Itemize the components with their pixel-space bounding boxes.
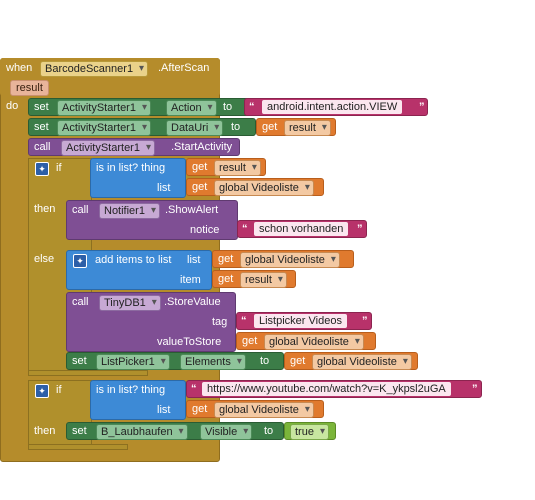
quote-open: “ xyxy=(242,223,248,235)
if-label: if xyxy=(56,162,62,174)
set-visible-component[interactable]: B_Laubhaufen xyxy=(96,424,188,440)
set-elements-component[interactable]: ListPicker1 xyxy=(96,354,170,370)
mutator-gear-icon[interactable]: ✦ xyxy=(35,162,49,176)
mutator-gear-icon[interactable]: ✦ xyxy=(73,254,87,268)
event-name-label: .AfterScan xyxy=(158,62,210,74)
is-in-list-list-label: list xyxy=(157,404,171,416)
if-else-footer xyxy=(28,370,148,376)
set-elements-to: to xyxy=(260,355,270,367)
get-item-var[interactable]: result xyxy=(240,272,287,288)
set-action-component[interactable]: ActivityStarter1 xyxy=(57,100,151,116)
call-showalert-method: .ShowAlert xyxy=(165,204,219,216)
get-result-var[interactable]: result xyxy=(284,120,331,136)
get-store-var[interactable]: global Videoliste xyxy=(264,334,364,350)
call-label: call xyxy=(72,204,89,216)
is-in-list-list-label: list xyxy=(157,182,171,194)
value-to-store-label: valueToStore xyxy=(157,336,222,348)
get-label: get xyxy=(262,121,278,133)
quote-open: “ xyxy=(241,315,247,327)
get-label: get xyxy=(242,335,258,347)
set-datauri-component[interactable]: ActivityStarter1 xyxy=(57,120,151,136)
set-datauri-prop[interactable]: DataUri xyxy=(166,120,224,136)
text-action-value[interactable]: android.intent.action.VIEW xyxy=(262,100,403,114)
event-do-label: do xyxy=(6,100,19,112)
quote-close: ” xyxy=(472,383,478,395)
text-tag-value[interactable]: Listpicker Videos xyxy=(254,314,347,328)
set-action-prop[interactable]: Action xyxy=(166,100,217,116)
else-label: else xyxy=(34,253,55,265)
logic-true-dropdown[interactable]: true xyxy=(290,424,329,440)
mutator-gear-icon[interactable]: ✦ xyxy=(35,384,49,398)
if-then-footer xyxy=(28,444,128,450)
event-component-dropdown[interactable]: BarcodeScanner1 xyxy=(40,61,149,77)
set-action-set: set xyxy=(34,101,49,113)
get-list-var[interactable]: global Videoliste xyxy=(240,252,340,268)
get-list2-var[interactable]: global Videoliste xyxy=(214,402,314,418)
event-param-result[interactable]: result xyxy=(10,80,49,96)
event-when-label: when xyxy=(6,62,33,74)
quote-close: ” xyxy=(419,101,425,113)
get-elements-var[interactable]: global Videoliste xyxy=(312,354,412,370)
call-showalert-component[interactable]: Notifier1 xyxy=(99,203,160,219)
quote-close: ” xyxy=(357,223,363,235)
set-visible-to: to xyxy=(264,425,274,437)
get-thing-var[interactable]: result xyxy=(214,160,261,176)
set-visible-prop[interactable]: Visible xyxy=(200,424,253,440)
get-label: get xyxy=(290,355,306,367)
get-label: get xyxy=(218,273,234,285)
quote-open: “ xyxy=(191,383,197,395)
call-startactivity-method: .StartActivity xyxy=(171,141,233,153)
set-elements-set: set xyxy=(72,355,87,367)
get-label: get xyxy=(192,403,208,415)
get-list-var[interactable]: global Videoliste xyxy=(214,180,314,196)
set-action-to: to xyxy=(223,101,233,113)
is-in-list-label: is in list? thing xyxy=(96,162,166,174)
get-label: get xyxy=(192,161,208,173)
set-datauri-set: set xyxy=(34,121,49,133)
call-storevalue-method: .StoreValue xyxy=(164,296,221,308)
get-label: get xyxy=(218,253,234,265)
if-label: if xyxy=(56,384,62,396)
set-elements-prop[interactable]: Elements xyxy=(180,354,246,370)
text-notice-value[interactable]: schon vorhanden xyxy=(254,222,349,236)
then-label: then xyxy=(34,425,56,437)
call-startactivity-component[interactable]: ActivityStarter1 xyxy=(61,140,155,156)
add-items-list-label: list xyxy=(187,254,201,266)
then-label: then xyxy=(34,203,56,215)
text-url-value[interactable]: https://www.youtube.com/watch?v=K_ykpsl2… xyxy=(202,382,451,396)
set-datauri-to: to xyxy=(231,121,241,133)
notice-label: notice xyxy=(190,224,220,236)
call-label: call xyxy=(72,296,89,308)
call-storevalue-component[interactable]: TinyDB1 xyxy=(99,295,161,311)
quote-close: ” xyxy=(362,315,368,327)
quote-open: “ xyxy=(249,101,255,113)
get-label: get xyxy=(192,181,208,193)
call-label: call xyxy=(34,141,51,153)
add-items-item-label: item xyxy=(180,274,201,286)
is-in-list-label: is in list? thing xyxy=(96,384,166,396)
add-items-label: add items to list xyxy=(95,254,172,266)
tag-label: tag xyxy=(212,316,228,328)
set-visible-set: set xyxy=(72,425,87,437)
